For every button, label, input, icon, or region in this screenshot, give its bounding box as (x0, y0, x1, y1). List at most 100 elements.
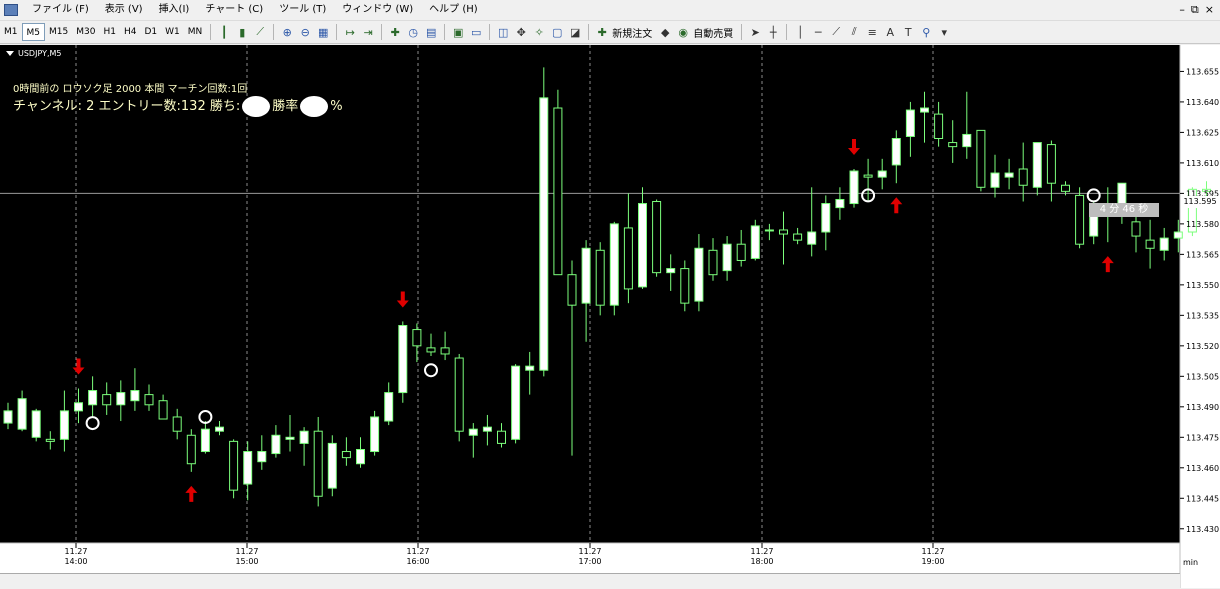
data-window-icon[interactable]: ✥ (512, 23, 530, 41)
candle-body (440, 347, 450, 355)
candle-body (920, 107, 929, 113)
menu-chart[interactable]: チャート (C) (197, 0, 271, 19)
candlestick (835, 187, 845, 220)
menu-window[interactable]: ウィンドウ (W) (334, 0, 421, 19)
price-chart[interactable]: 113.655 113.640 113.625 113.610 113.595 113.5… (0, 45, 1220, 588)
candle-body (341, 451, 351, 459)
price-tick-label: 113.430 (1186, 525, 1219, 534)
minimize-button[interactable]: – (1179, 0, 1185, 19)
toolbar-separator (786, 24, 788, 40)
candlestick (821, 195, 831, 251)
bar-chart-icon[interactable]: ┃ (215, 23, 233, 41)
restore-button[interactable]: ⧉ (1191, 0, 1199, 19)
upper-time-hour-label: 15:00 (235, 557, 258, 566)
fibonacci-icon[interactable]: ≡ (863, 23, 881, 41)
new-order-button[interactable]: 新規注文 (611, 25, 656, 40)
timeframe-m5[interactable]: M5 (21, 23, 45, 41)
horizontal-line-icon[interactable]: ─ (809, 23, 827, 41)
candlestick (186, 429, 196, 472)
timeframe-h4[interactable]: H4 (120, 23, 141, 41)
candlestick (3, 402, 13, 430)
candle-body (271, 434, 281, 455)
text-label-icon[interactable]: T (899, 23, 917, 41)
candlestick-icon[interactable]: ▮ (233, 23, 251, 41)
autotrade-button[interactable]: 自動売買 (692, 25, 737, 40)
chart-shift-icon[interactable]: ⇥ (359, 23, 377, 41)
auto-scroll-icon[interactable]: ↦ (341, 23, 359, 41)
line-chart-icon[interactable]: ⟋ (251, 23, 269, 41)
price-tick-label: 113.535 (1186, 311, 1219, 320)
price-tick-label: 113.505 (1186, 372, 1219, 381)
new-chart-icon[interactable]: ▣ (449, 23, 467, 41)
arrow-tool-icon[interactable]: ⚲ (917, 23, 935, 41)
indicator-info-line2: チャンネル: 2 エントリー数:132 勝ち: 勝率% (13, 95, 343, 117)
toolbar-separator (444, 24, 446, 40)
periods-icon[interactable]: ◷ (404, 23, 422, 41)
text-tool-icon[interactable]: A (881, 23, 899, 41)
chart-tab-bar (0, 573, 1180, 589)
candlestick (313, 416, 323, 507)
navigator-icon[interactable]: ✧ (530, 23, 548, 41)
cursor-icon[interactable]: ➤ (746, 23, 764, 41)
trendline-icon[interactable]: ⟋ (827, 23, 845, 41)
menu-help[interactable]: ヘルプ (H) (421, 0, 486, 19)
candle-body (779, 229, 788, 235)
info-line2-suffix: % (330, 99, 343, 114)
terminal-icon[interactable]: ▢ (548, 23, 566, 41)
candle-body (31, 410, 41, 438)
candle-body (1061, 184, 1070, 192)
candle-body (835, 198, 845, 209)
buy-arrow-icon (890, 197, 903, 214)
candle-body (313, 430, 323, 497)
timeframe-h1[interactable]: H1 (99, 23, 120, 41)
candle-body (1046, 144, 1056, 184)
candlestick (285, 414, 295, 452)
candle-body (877, 170, 887, 178)
timeframe-m15[interactable]: M15 (45, 23, 72, 41)
strategy-tester-icon[interactable]: ◪ (566, 23, 584, 41)
candlestick (623, 193, 633, 304)
timeframe-m30[interactable]: M30 (72, 23, 99, 41)
zoom-in-icon[interactable]: ⊕ (278, 23, 296, 41)
toolbar-separator (381, 24, 383, 40)
toolbar-more-icon[interactable]: ▾ (935, 23, 953, 41)
upper-time-date-label: 11.27 (922, 547, 945, 556)
profiles-icon[interactable]: ▭ (467, 23, 485, 41)
price-tick-label: 113.445 (1186, 494, 1219, 503)
equidistant-channel-icon[interactable]: ⫽ (845, 23, 863, 41)
metaeditor-icon[interactable]: ◆ (656, 23, 674, 41)
templates-icon[interactable]: ▤ (422, 23, 440, 41)
menu-insert[interactable]: 挿入(I) (151, 0, 198, 19)
candle-body (525, 365, 535, 371)
menu-view[interactable]: 表示 (V) (97, 0, 151, 19)
candlestick (31, 408, 41, 442)
timeframe-d1[interactable]: D1 (140, 23, 161, 41)
menu-tools[interactable]: ツール (T) (271, 0, 334, 19)
exit-circle-marker (424, 363, 438, 378)
candle-body (17, 398, 27, 430)
price-tick-label: 113.580 (1186, 220, 1219, 229)
timeframe-m1[interactable]: M1 (0, 23, 22, 41)
candlestick (694, 234, 704, 312)
candle-body (370, 416, 380, 453)
vertical-line-icon[interactable]: │ (791, 23, 809, 41)
close-button[interactable]: × (1205, 0, 1214, 19)
new-order-icon[interactable]: ✚ (593, 23, 611, 41)
zoom-out-icon[interactable]: ⊖ (296, 23, 314, 41)
candlestick (271, 425, 281, 458)
candlestick (144, 384, 154, 411)
market-watch-icon[interactable]: ◫ (494, 23, 512, 41)
chart-menu-triangle-icon[interactable] (6, 51, 14, 56)
indicators-icon[interactable]: ✚ (386, 23, 404, 41)
menu-file[interactable]: ファイル (F) (24, 0, 97, 19)
upper-time-date-label: 11.27 (236, 547, 259, 556)
crosshair-icon[interactable]: ┼ (764, 23, 782, 41)
candlestick (468, 423, 478, 458)
timeframe-mn[interactable]: MN (184, 23, 207, 41)
candlestick (736, 229, 746, 267)
autotrade-icon[interactable]: ◉ (674, 23, 692, 41)
tile-windows-icon[interactable]: ▦ (314, 23, 332, 41)
chart-window[interactable]: 113.655 113.640 113.625 113.610 113.595 113.5… (0, 45, 1220, 588)
timeframe-w1[interactable]: W1 (161, 23, 184, 41)
price-tick-label: 113.460 (1186, 464, 1219, 473)
